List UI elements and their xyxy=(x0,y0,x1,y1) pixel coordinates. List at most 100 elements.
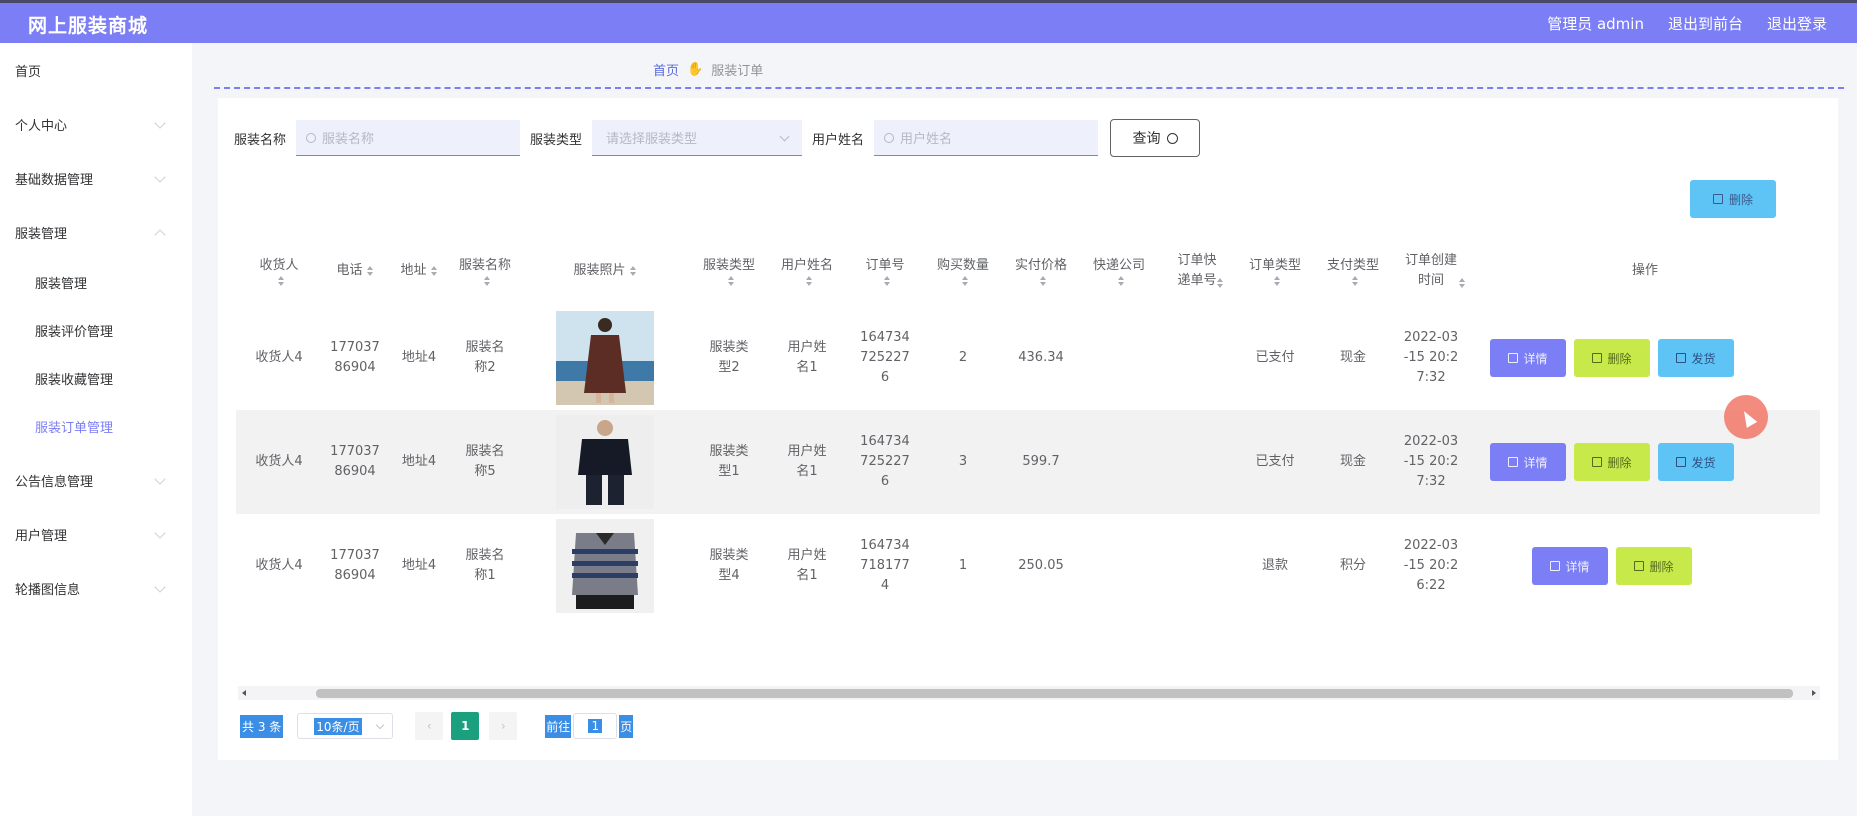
user-search-input[interactable]: 用户姓名 xyxy=(874,120,1099,156)
cell-status: 已支付 xyxy=(1255,454,1295,469)
detail-button[interactable]: 详情 xyxy=(1532,547,1608,585)
sidebar-item-clothing[interactable]: 服装管理 xyxy=(0,205,192,259)
column-header[interactable]: 电话 xyxy=(322,236,388,306)
sort-icon xyxy=(727,276,735,286)
column-header[interactable]: 地址 xyxy=(388,236,450,306)
name-search-input[interactable]: 服装名称 xyxy=(296,120,521,156)
delete-button[interactable]: 删除 xyxy=(1574,443,1650,481)
user-label: 管理员 admin xyxy=(1547,15,1644,33)
cell-name: 服装名称2 xyxy=(465,340,505,375)
cell-photo xyxy=(520,514,690,618)
prev-page-button[interactable]: ‹ xyxy=(415,712,444,740)
cell-type: 服装类型4 xyxy=(709,548,749,583)
sidebar-item-profile[interactable]: 个人中心 xyxy=(0,97,192,151)
top-bar: 网上服装商城 管理员 admin 退出到前台 退出登录 xyxy=(0,0,1857,43)
chevron-down-icon xyxy=(154,473,166,485)
detail-button[interactable]: 详情 xyxy=(1490,339,1566,377)
sidebar-item-carousel[interactable]: 轮播图信息 xyxy=(0,561,192,615)
cell-price: 436.34 xyxy=(1018,350,1064,365)
scroll-right-icon[interactable] xyxy=(1812,690,1816,696)
sidebar-item-label: 服装管理 xyxy=(35,276,88,292)
cell-user: 用户姓名1 xyxy=(787,340,827,375)
trash-icon xyxy=(1712,194,1723,204)
sidebar-item-basic-data[interactable]: 基础数据管理 xyxy=(0,151,192,205)
sidebar-item-clothing-manage[interactable]: 服装管理 xyxy=(0,255,192,309)
cell-tracking xyxy=(1158,410,1236,514)
trash-icon xyxy=(1634,561,1645,571)
search-icon xyxy=(884,132,895,143)
type-select[interactable]: 请选择服装类型 xyxy=(592,120,803,156)
sidebar-item-users[interactable]: 用户管理 xyxy=(0,507,192,561)
sidebar-item-clothing-order[interactable]: 服装订单管理 xyxy=(0,399,192,453)
query-button[interactable]: 查询 xyxy=(1110,119,1201,157)
sort-icon xyxy=(961,276,969,286)
cell-user: 用户姓名1 xyxy=(787,444,827,479)
page-number[interactable]: 1 xyxy=(451,712,480,740)
scrollbar-thumb[interactable] xyxy=(316,689,1793,698)
horizontal-scrollbar[interactable] xyxy=(238,686,1820,700)
cell-address: 地址4 xyxy=(401,454,437,469)
goto-page-input[interactable]: 1 xyxy=(573,713,618,739)
table-row: 收货人4 17703786904 地址4 服装名称2 服装类型2 用户姓名1 1… xyxy=(236,306,1820,410)
column-header: 操作 xyxy=(1631,263,1658,278)
sidebar-item-label: 用户管理 xyxy=(15,528,68,544)
cell-name: 服装名称1 xyxy=(465,548,505,583)
column-header[interactable]: 订单快递单号 xyxy=(1158,236,1236,306)
page-size-select[interactable]: 10条/页 xyxy=(297,713,394,739)
column-header[interactable]: 支付类型 xyxy=(1314,236,1392,306)
sidebar-item-label: 个人中心 xyxy=(15,118,68,134)
scroll-left-icon[interactable] xyxy=(242,690,246,696)
sidebar-item-notice[interactable]: 公告信息管理 xyxy=(0,453,192,507)
column-header[interactable]: 快递公司 xyxy=(1080,236,1158,306)
column-header[interactable]: 服装类型 xyxy=(690,236,768,306)
column-header[interactable]: 实付价格 xyxy=(1002,236,1080,306)
user-label: 用户姓名 xyxy=(812,132,865,148)
ship-button[interactable]: 发货 xyxy=(1658,443,1734,481)
delete-button[interactable]: 删除 xyxy=(1574,339,1650,377)
to-front-link[interactable]: 退出到前台 xyxy=(1668,13,1743,34)
sidebar-item-clothing-favorite[interactable]: 服装收藏管理 xyxy=(0,351,192,405)
cell-price: 250.05 xyxy=(1018,558,1064,573)
sort-icon xyxy=(1217,278,1224,288)
document-icon xyxy=(1508,353,1519,363)
delete-button[interactable]: 删除 xyxy=(1616,547,1692,585)
cell-courier xyxy=(1080,306,1158,410)
sidebar-item-home[interactable]: 首页 xyxy=(0,43,192,97)
cell-status: 已支付 xyxy=(1255,350,1295,365)
sidebar-item-label: 服装管理 xyxy=(15,226,68,242)
orders-table: 收货人 电话 地址 服装名称 服装照片 服装类型 用户姓名 订单号 购买数量 实… xyxy=(236,236,1820,688)
column-header[interactable]: 收货人 xyxy=(236,236,322,306)
column-header[interactable]: 订单类型 xyxy=(1236,236,1314,306)
breadcrumb-home[interactable]: 首页 xyxy=(653,60,679,79)
column-header[interactable]: 服装照片 xyxy=(520,236,690,306)
column-header[interactable]: 订单号 xyxy=(846,236,924,306)
column-header[interactable]: 订单创建时间 xyxy=(1392,236,1470,306)
chevron-down-icon xyxy=(154,117,166,129)
cell-pay: 现金 xyxy=(1339,350,1366,365)
sidebar-item-label: 服装收藏管理 xyxy=(35,372,114,388)
cell-order-no: 1647347252276 xyxy=(860,434,910,489)
sidebar-item-label: 服装订单管理 xyxy=(35,420,114,436)
logout-link[interactable]: 退出登录 xyxy=(1767,13,1827,34)
batch-delete-button[interactable]: 删除 xyxy=(1690,180,1776,218)
goto-page: 前往 1 页 xyxy=(545,713,634,739)
sidebar-item-clothing-review[interactable]: 服装评价管理 xyxy=(0,303,192,357)
sort-icon xyxy=(483,276,491,286)
trash-icon xyxy=(1592,457,1603,467)
column-header[interactable]: 用户姓名 xyxy=(768,236,846,306)
ship-button[interactable]: 发货 xyxy=(1658,339,1734,377)
table-row: 收货人4 17703786904 地址4 服装名称1 服装类型4 用户姓名1 1… xyxy=(236,514,1820,618)
sidebar-item-label: 公告信息管理 xyxy=(15,474,94,490)
next-page-button[interactable]: › xyxy=(489,712,518,740)
book-icon xyxy=(1676,457,1687,467)
cell-address: 地址4 xyxy=(401,558,437,573)
chevron-down-icon xyxy=(154,581,166,593)
cell-created: 2022-03-15 20:27:32 xyxy=(1403,330,1459,385)
sort-icon xyxy=(805,276,813,286)
column-header[interactable]: 购买数量 xyxy=(924,236,1002,306)
column-header[interactable]: 服装名称 xyxy=(450,236,520,306)
chevron-down-icon xyxy=(154,527,166,539)
cell-photo xyxy=(520,306,690,410)
detail-button[interactable]: 详情 xyxy=(1490,443,1566,481)
sort-icon xyxy=(366,265,374,276)
